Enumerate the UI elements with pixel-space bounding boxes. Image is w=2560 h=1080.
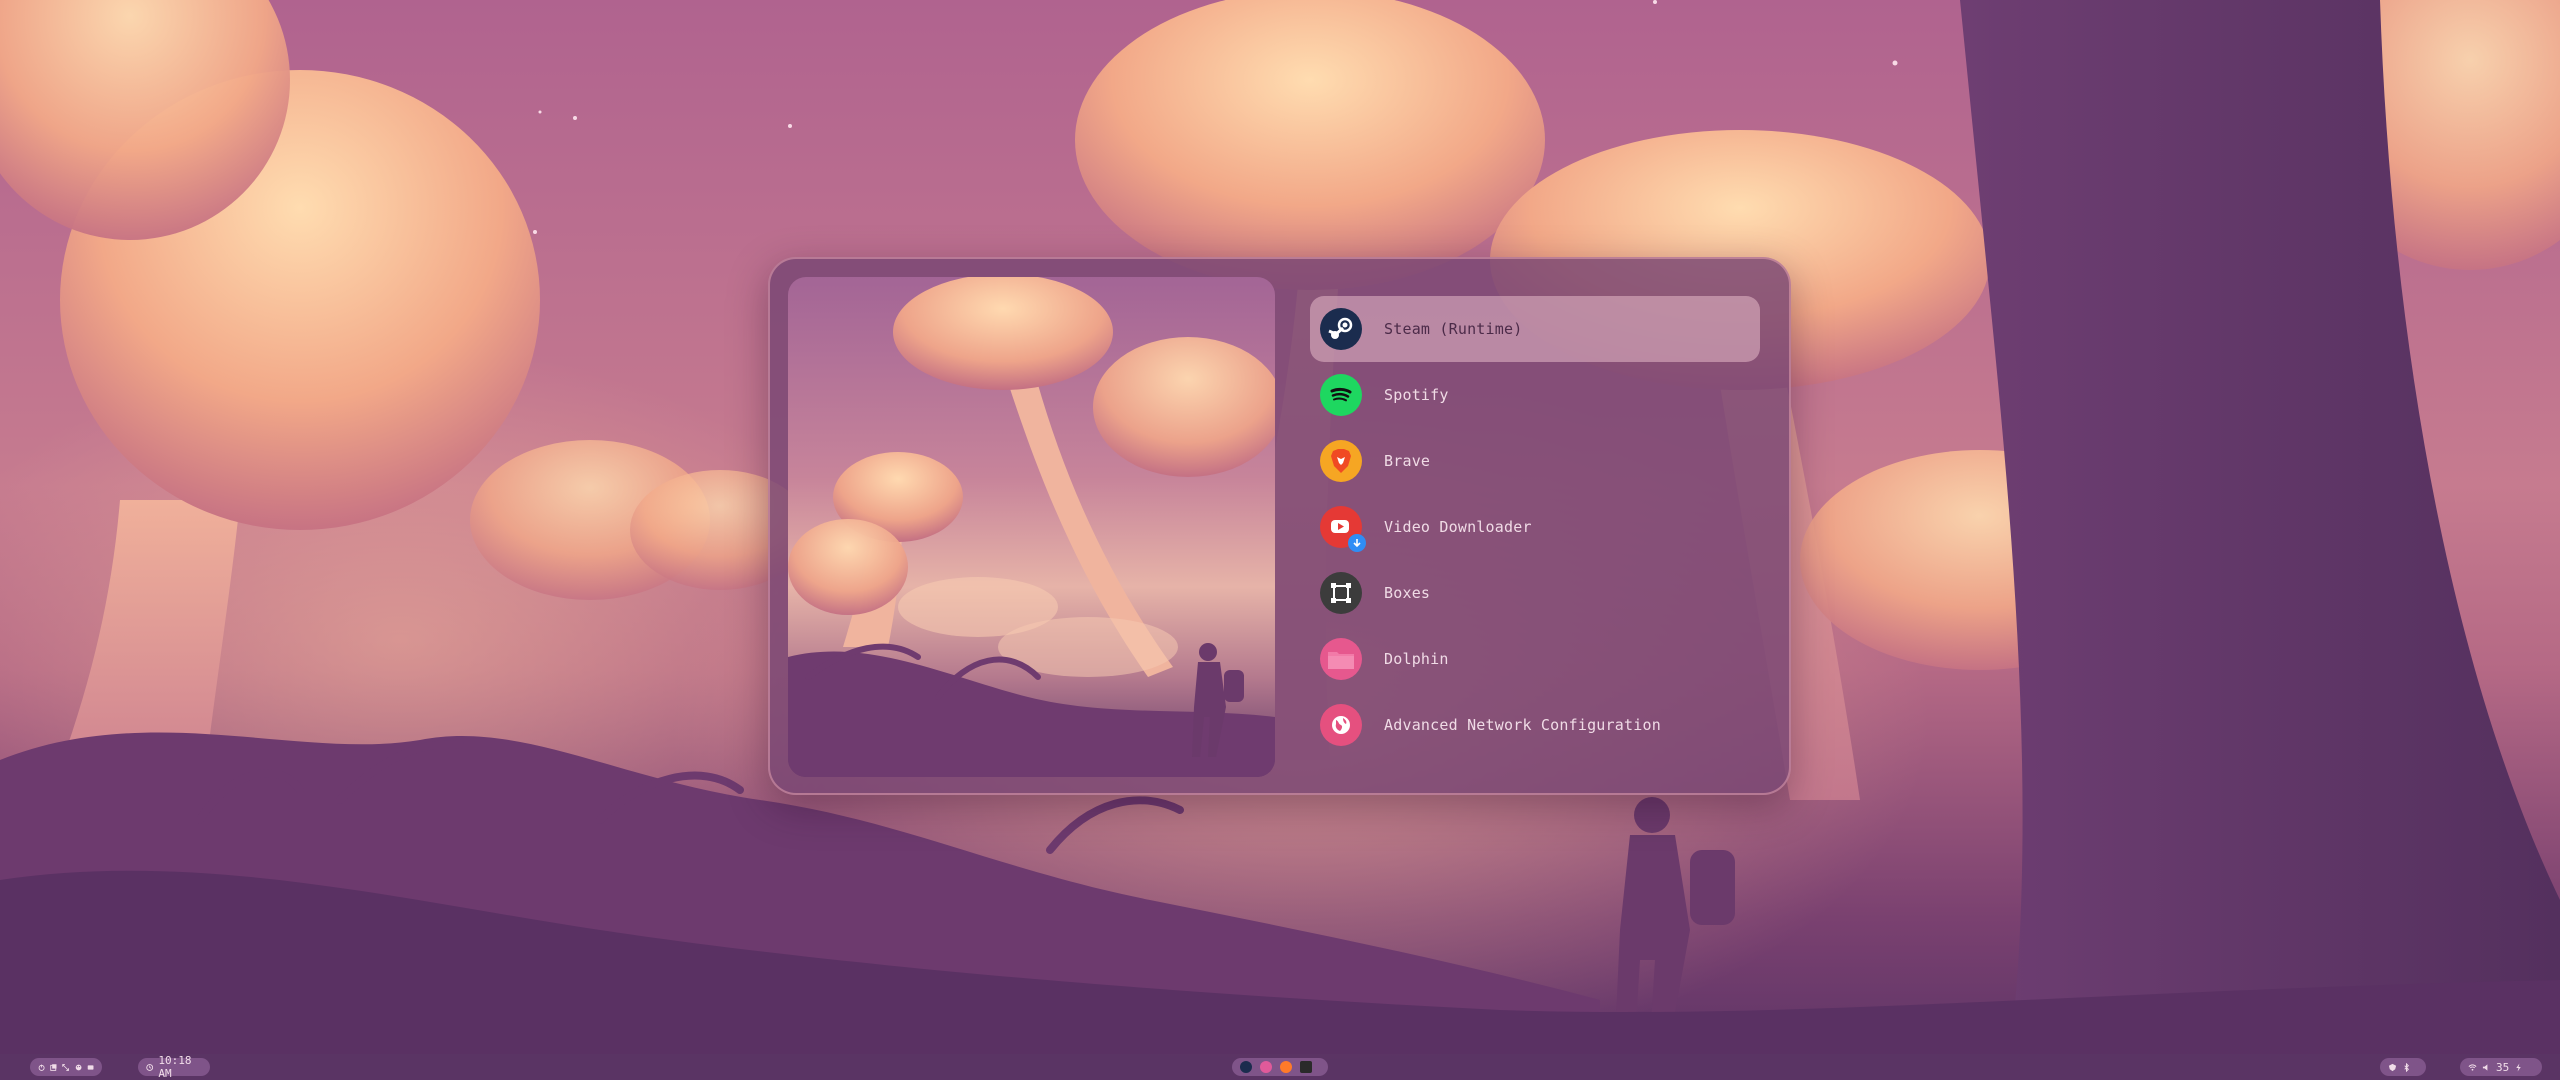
bluetooth-icon[interactable] [2402,1062,2411,1072]
app-label-steam: Steam (Runtime) [1384,320,1523,338]
dock [1232,1058,1328,1076]
clock-time: 10:18 AM [158,1054,192,1080]
files-icon[interactable] [50,1063,57,1072]
download-badge-icon [1348,534,1366,552]
app-item-dolphin[interactable]: Dolphin [1310,626,1760,692]
launcher-preview-image [788,277,1275,777]
spotify-icon [1320,374,1362,416]
steam-icon[interactable] [1240,1061,1252,1073]
network-icon [1320,704,1362,746]
battery-icon[interactable] [2514,1062,2523,1072]
firefox-icon[interactable] [1280,1061,1292,1073]
expand-icon[interactable] [62,1063,70,1072]
app-label-video-downloader: Video Downloader [1384,518,1532,536]
palette-icon[interactable] [75,1063,82,1072]
volume-icon[interactable] [2482,1063,2491,1072]
app-label-boxes: Boxes [1384,584,1431,602]
app-label-brave: Brave [1384,452,1431,470]
clock-icon [146,1063,154,1071]
video-downloader-icon [1320,506,1366,552]
power-icon[interactable] [38,1063,45,1072]
app-item-steam[interactable]: Steam (Runtime) [1310,296,1760,362]
desktop: Steam (Runtime) Spotify Brave Video Down… [0,0,2560,1080]
terminal-icon[interactable] [1300,1061,1312,1073]
workspace-tray [30,1058,102,1076]
volume-level: 35 [2496,1060,2510,1074]
app-item-brave[interactable]: Brave [1310,428,1760,494]
app-list: Steam (Runtime) Spotify Brave Video Down… [1310,296,1760,758]
app-label-network: Advanced Network Configuration [1384,716,1661,734]
shield-icon[interactable] [2388,1063,2397,1072]
app-item-boxes[interactable]: Boxes [1310,560,1760,626]
clock-widget[interactable]: 10:18 AM [138,1054,210,1080]
brave-icon [1320,440,1362,482]
taskbar: 10:18 AM 35 [0,1054,2560,1080]
wifi-icon[interactable] [2468,1063,2477,1072]
app-label-dolphin: Dolphin [1384,650,1449,668]
status-tray [2380,1058,2426,1076]
app-item-spotify[interactable]: Spotify [1310,362,1760,428]
terminal-icon[interactable] [87,1063,94,1072]
app-item-network[interactable]: Advanced Network Configuration [1310,692,1760,758]
app-launcher: Steam (Runtime) Spotify Brave Video Down… [768,257,1791,795]
app-item-video-downloader[interactable]: Video Downloader [1310,494,1760,560]
app-label-spotify: Spotify [1384,386,1449,404]
boxes-icon [1320,572,1362,614]
kitty-icon[interactable] [1260,1061,1272,1073]
system-tray: 35 [2460,1058,2542,1076]
steam-icon [1320,308,1362,350]
dolphin-icon [1320,638,1362,680]
